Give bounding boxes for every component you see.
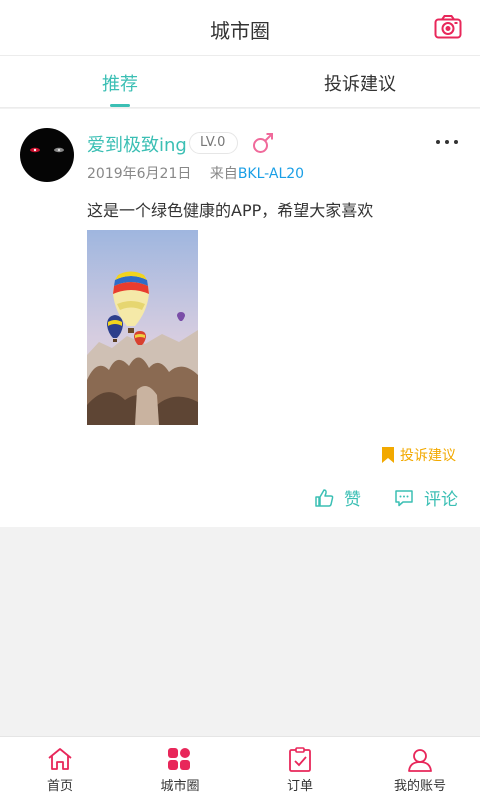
nav-city-circle[interactable]: 城市圈 [120, 737, 240, 800]
post-card: 爱到极致ing LV.0 2019年6月21日 来自BKL-AL20 这是一个绿… [0, 109, 480, 527]
camera-icon[interactable] [434, 14, 462, 40]
complaint-link[interactable]: 投诉建议 [382, 445, 456, 465]
post-content: 这是一个绿色健康的APP，希望大家喜欢 [87, 201, 374, 220]
avatar[interactable] [20, 128, 74, 182]
top-bar: 城市圈 [0, 0, 480, 56]
nav-home-label: 首页 [46, 779, 73, 794]
thumbs-up-icon [315, 489, 334, 507]
order-icon [289, 747, 311, 772]
nav-account[interactable]: 我的账号 [360, 737, 480, 800]
source-prefix: 来自 [209, 166, 238, 182]
tab-recommend[interactable]: 推荐 [60, 70, 180, 96]
complaint-label: 投诉建议 [400, 448, 456, 464]
post-date: 2019年6月21日 [87, 166, 192, 182]
male-symbol-icon [253, 133, 273, 153]
like-label: 赞 [344, 490, 361, 510]
post-username[interactable]: 爱到极致ing [87, 131, 187, 157]
more-options-icon[interactable] [434, 135, 460, 149]
tab-bar: 推荐 投诉建议 [0, 56, 480, 108]
comment-button[interactable]: 评论 [394, 485, 458, 510]
city-circle-icon [168, 748, 190, 770]
nav-city-circle-label: 城市圈 [160, 779, 200, 794]
nav-home[interactable]: 首页 [0, 737, 120, 800]
bookmark-icon [382, 447, 394, 463]
nav-order-label: 订单 [286, 779, 313, 794]
post-meta: 2019年6月21日 来自BKL-AL20 [87, 163, 304, 183]
comment-icon [395, 490, 413, 507]
device-name: BKL-AL20 [237, 166, 305, 182]
like-button[interactable]: 赞 [314, 485, 361, 510]
hot-air-balloon-photo[interactable] [87, 230, 198, 425]
level-badge: LV.0 [189, 132, 239, 154]
nav-account-label: 我的账号 [393, 779, 446, 794]
comment-label: 评论 [424, 490, 458, 510]
bottom-navigation: 首页 城市圈 订单 我的账号 [0, 736, 480, 800]
nav-order[interactable]: 订单 [240, 737, 360, 800]
account-icon [408, 749, 432, 772]
tab-complaint[interactable]: 投诉建议 [300, 70, 420, 96]
page-title: 城市圈 [210, 19, 270, 43]
active-tab-indicator [110, 104, 130, 107]
home-icon [48, 748, 72, 770]
